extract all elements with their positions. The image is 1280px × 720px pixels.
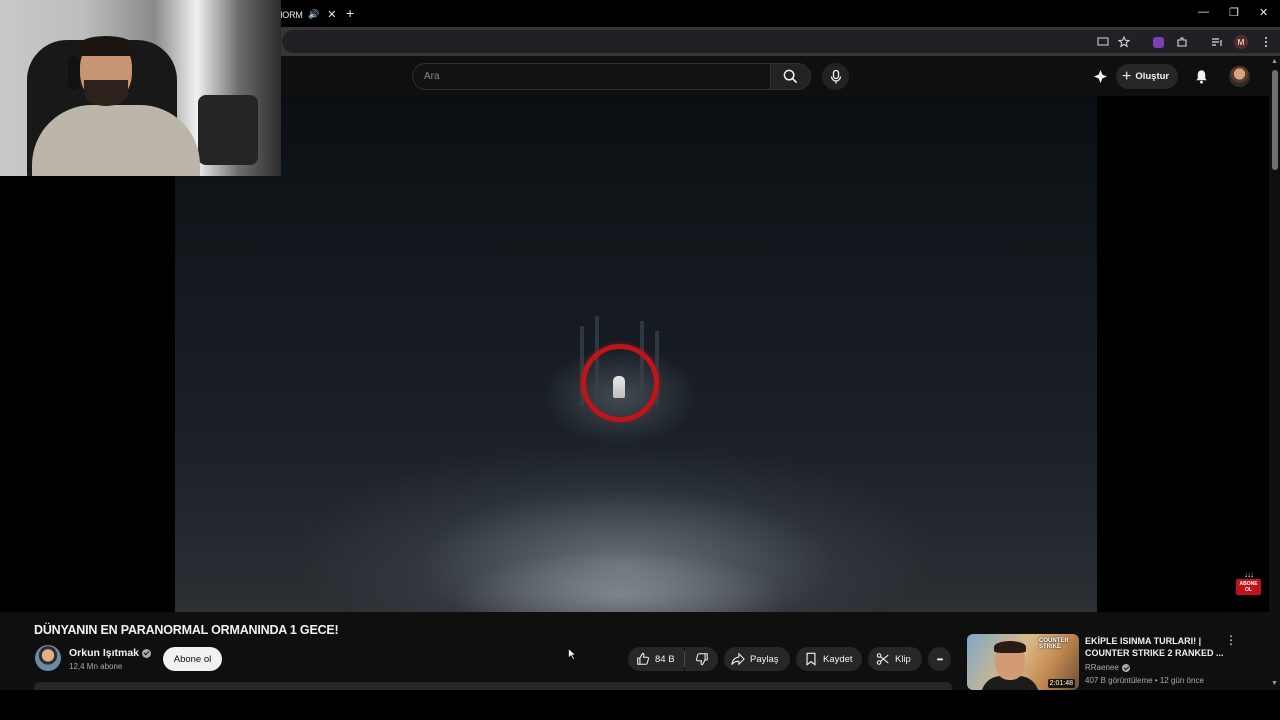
- channel-avatar[interactable]: [35, 645, 61, 671]
- highlight-circle: [581, 344, 659, 422]
- more-horizontal-icon: •••: [936, 654, 943, 664]
- new-tab-button[interactable]: +: [346, 5, 354, 21]
- down-arrows-icon: ↓↓↓: [1244, 570, 1254, 579]
- video-frame[interactable]: [175, 96, 1097, 612]
- speaker-icon[interactable]: 🔊: [308, 9, 319, 20]
- verified-badge-icon: [1121, 663, 1130, 672]
- cast-icon[interactable]: [1096, 35, 1110, 49]
- bottom-bar: [0, 690, 1280, 720]
- recommended-channel: RRaenee: [1085, 663, 1119, 672]
- thumb-hair: [994, 641, 1026, 653]
- share-button[interactable]: Paylaş: [724, 647, 790, 671]
- scissors-icon: [876, 653, 889, 665]
- scroll-up-arrow-icon[interactable]: ▲: [1271, 58, 1278, 65]
- subscribe-button[interactable]: Abone ol: [163, 647, 222, 671]
- search-button[interactable]: [770, 63, 811, 90]
- thumbs-down-icon: [695, 653, 708, 666]
- create-button[interactable]: + Oluştur: [1116, 64, 1179, 89]
- video-info: DÜNYANIN EN PARANORMAL ORMANINDA 1 GECE!…: [0, 612, 1269, 690]
- plus-icon: +: [1122, 67, 1132, 85]
- create-label: Oluştur: [1135, 71, 1170, 82]
- window-close-button[interactable]: ✕: [1259, 6, 1268, 19]
- notifications-bell-icon[interactable]: [1192, 67, 1210, 85]
- voice-search-button[interactable]: [822, 63, 849, 90]
- save-button[interactable]: Kaydet: [796, 647, 862, 671]
- bookmark-star-icon[interactable]: [1117, 35, 1131, 49]
- mic-stand: [198, 95, 258, 165]
- bookmark-icon: [806, 652, 816, 666]
- clip-label: Klip: [895, 653, 911, 665]
- dislike-button[interactable]: [685, 647, 718, 671]
- watermark-label: ABONE OL: [1236, 579, 1261, 595]
- browser-tab[interactable]: NORM 🔊 ✕: [276, 2, 342, 27]
- minimize-button[interactable]: —: [1198, 6, 1209, 18]
- scroll-down-arrow-icon[interactable]: ▼: [1271, 680, 1278, 687]
- description-box[interactable]: [34, 682, 952, 690]
- save-label: Kaydet: [823, 653, 853, 665]
- maximize-button[interactable]: ❐: [1229, 6, 1239, 19]
- recommended-meta: 407 B görüntüleme • 12 gün önce: [1085, 676, 1204, 685]
- webcam-overlay: [0, 0, 281, 176]
- like-count: 84 B: [655, 653, 675, 665]
- mouse-cursor-icon: [568, 648, 576, 660]
- recommended-channel-link[interactable]: RRaenee: [1085, 663, 1130, 672]
- more-actions-button[interactable]: •••: [928, 647, 951, 671]
- extensions-puzzle-icon[interactable]: [1175, 35, 1189, 49]
- share-label: Paylaş: [750, 653, 779, 665]
- recommended-thumbnail[interactable]: COUNTER STRIKE 2:01:48: [967, 634, 1079, 690]
- recommended-title[interactable]: EKİPLE ISINMA TURLARI! | COUNTER STRIKE …: [1085, 635, 1225, 659]
- verified-badge-icon: [142, 648, 152, 658]
- headset: [68, 56, 80, 90]
- clip-button[interactable]: Klip: [868, 647, 922, 671]
- thumbs-up-icon: [637, 652, 650, 665]
- browser-menu-icon[interactable]: [1259, 35, 1273, 49]
- extension-badge-icon[interactable]: [1151, 35, 1165, 49]
- profile-initial: M: [1234, 35, 1248, 49]
- subscriber-count: 12,4 Mn abone: [69, 662, 123, 671]
- streamer-body: [32, 105, 200, 176]
- microphone-icon: [830, 69, 841, 83]
- media-control-icon[interactable]: [1210, 35, 1224, 49]
- scroll-thumb[interactable]: [1272, 70, 1278, 170]
- streamer-hair: [78, 36, 134, 56]
- page-scrollbar[interactable]: ▲ ▼: [1269, 56, 1280, 690]
- video-title: DÜNYANIN EN PARANORMAL ORMANINDA 1 GECE!: [34, 623, 339, 637]
- streamer-beard: [84, 80, 128, 106]
- subscribe-watermark[interactable]: ↓↓↓ ABONE OL: [1236, 571, 1261, 598]
- search-icon: [783, 69, 798, 84]
- video-duration: 2:01:48: [1047, 679, 1075, 688]
- tab-close-icon[interactable]: ✕: [327, 8, 336, 21]
- kebab-menu-icon[interactable]: ⋮: [1225, 634, 1237, 646]
- channel-name: Orkun Işıtmak: [69, 647, 140, 659]
- search-input[interactable]: [413, 64, 770, 89]
- thumb-logo: COUNTER STRIKE: [1039, 638, 1069, 650]
- profile-avatar[interactable]: M: [1234, 35, 1248, 49]
- channel-name-link[interactable]: Orkun Işıtmak: [69, 647, 152, 659]
- share-arrow-icon: [731, 652, 745, 666]
- like-button[interactable]: 84 B: [628, 647, 684, 671]
- sparkle-icon[interactable]: [1091, 67, 1109, 85]
- account-avatar[interactable]: [1229, 66, 1250, 87]
- search-box: [412, 63, 770, 90]
